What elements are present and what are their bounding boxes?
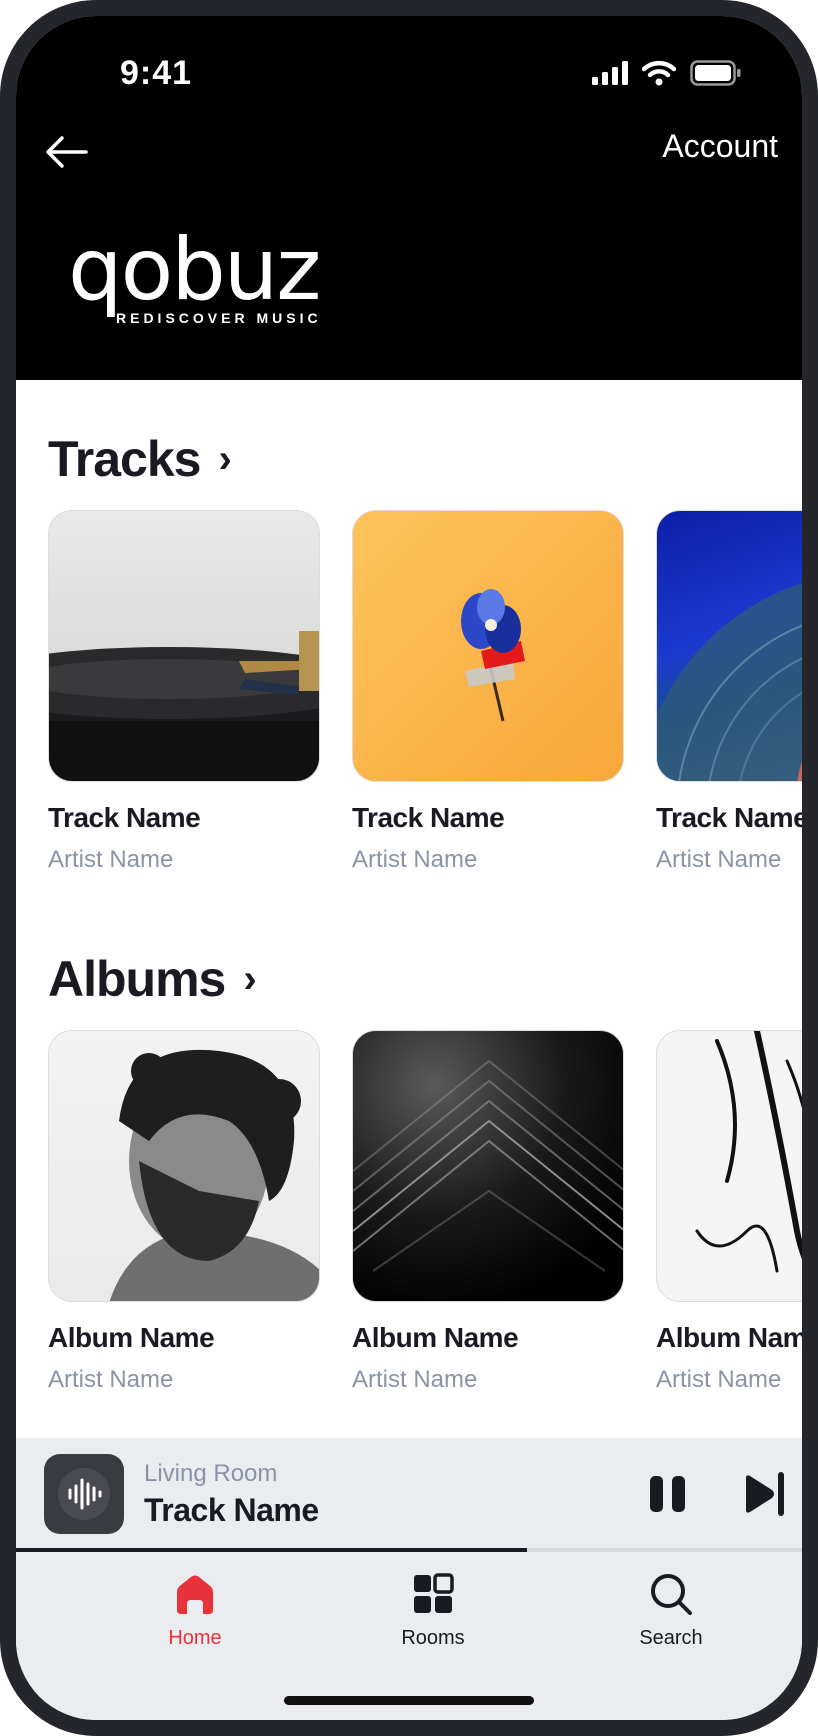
album-card[interactable]: Album Name Artist Name <box>48 1030 320 1394</box>
logo-wordmark: qobuz <box>68 220 321 320</box>
arrow-left-icon <box>46 136 88 168</box>
album-artist: Artist Name <box>48 1366 174 1393</box>
logo-tagline: REDISCOVER MUSIC <box>116 310 322 326</box>
album-card[interactable]: Album Name Artist Name <box>656 1030 802 1394</box>
track-artwork-flower <box>352 510 624 782</box>
device-frame: 9:41 Account qobuz REDISCOVER MUSIC Trac… <box>0 0 818 1736</box>
track-title: Track Name <box>48 802 201 833</box>
tab-rooms[interactable]: Rooms <box>363 1572 503 1650</box>
search-icon <box>651 1574 692 1615</box>
flower-image <box>461 589 525 722</box>
qobuz-logo: qobuz REDISCOVER MUSIC <box>68 220 322 326</box>
album-artist: Artist Name <box>352 1366 478 1393</box>
track-card[interactable]: Track Name Artist Name <box>48 510 320 874</box>
track-title: Track Name <box>656 802 802 833</box>
tracks-section-header[interactable]: Tracks › <box>48 430 232 488</box>
tab-rooms-label: Rooms <box>401 1627 465 1649</box>
battery-icon <box>690 60 741 86</box>
player-artwork[interactable] <box>44 1454 124 1534</box>
track-card[interactable]: Track Name Artist Name <box>352 510 624 874</box>
albums-title: Albums <box>48 951 226 1007</box>
mini-player[interactable]: Living Room Track Name <box>16 1438 802 1550</box>
track-artist: Artist Name <box>48 846 174 873</box>
pause-icon <box>650 1476 685 1512</box>
next-track-button[interactable] <box>742 1470 786 1518</box>
tracks-title: Tracks <box>48 431 201 487</box>
tab-home[interactable]: Home <box>125 1572 265 1650</box>
account-link[interactable]: Account <box>662 128 778 165</box>
app-header: 9:41 Account qobuz REDISCOVER MUSIC <box>16 16 802 380</box>
ink-image <box>695 1031 802 1273</box>
tracks-carousel[interactable]: Track Name Artist Name Track Name Artist… <box>48 510 802 874</box>
status-icons <box>592 60 742 86</box>
albums-carousel[interactable]: Album Name Artist Name Album Name Artist… <box>48 1030 802 1394</box>
chevron-right-icon: › <box>218 436 231 481</box>
album-artist: Artist Name <box>656 1366 782 1393</box>
home-indicator <box>284 1696 534 1705</box>
track-card[interactable]: Track Name Artist Name <box>656 510 802 874</box>
portrait-image <box>109 1049 319 1301</box>
signal-icon <box>592 61 628 85</box>
back-button[interactable] <box>38 124 94 180</box>
track-artwork-vinyl <box>656 510 802 782</box>
track-artist: Artist Name <box>656 846 782 873</box>
albums-section-header[interactable]: Albums › <box>48 950 257 1008</box>
wifi-icon <box>642 60 676 86</box>
turntable-image <box>49 631 319 781</box>
player-track-name: Track Name <box>144 1492 319 1528</box>
player-room-name: Living Room <box>144 1460 278 1487</box>
waveform-icon <box>58 1468 110 1520</box>
chevron-right-icon: › <box>243 956 256 1001</box>
tab-home-label: Home <box>168 1627 222 1649</box>
album-title: Album Name <box>656 1322 802 1353</box>
album-title: Album Name <box>48 1322 215 1353</box>
pause-button[interactable] <box>648 1474 688 1514</box>
app-screen: 9:41 Account qobuz REDISCOVER MUSIC Trac… <box>16 16 802 1720</box>
rooms-grid-icon <box>414 1573 454 1613</box>
status-time: 9:41 <box>120 54 193 92</box>
skip-forward-icon <box>746 1472 784 1516</box>
album-card[interactable]: Album Name Artist Name <box>352 1030 624 1394</box>
architecture-image <box>353 1059 623 1272</box>
home-icon <box>177 1575 213 1614</box>
tab-search[interactable]: Search <box>601 1572 741 1650</box>
album-artwork-ink <box>656 1030 802 1302</box>
vinyl-image <box>657 583 802 781</box>
album-artwork-architecture <box>352 1030 624 1302</box>
tab-search-label: Search <box>639 1627 703 1649</box>
track-artwork-turntable <box>48 510 320 782</box>
album-artwork-portrait <box>48 1030 320 1302</box>
track-title: Track Name <box>352 802 505 833</box>
track-artist: Artist Name <box>352 846 478 873</box>
tab-bar: Home Rooms Search <box>16 1552 802 1720</box>
album-title: Album Name <box>352 1322 519 1353</box>
